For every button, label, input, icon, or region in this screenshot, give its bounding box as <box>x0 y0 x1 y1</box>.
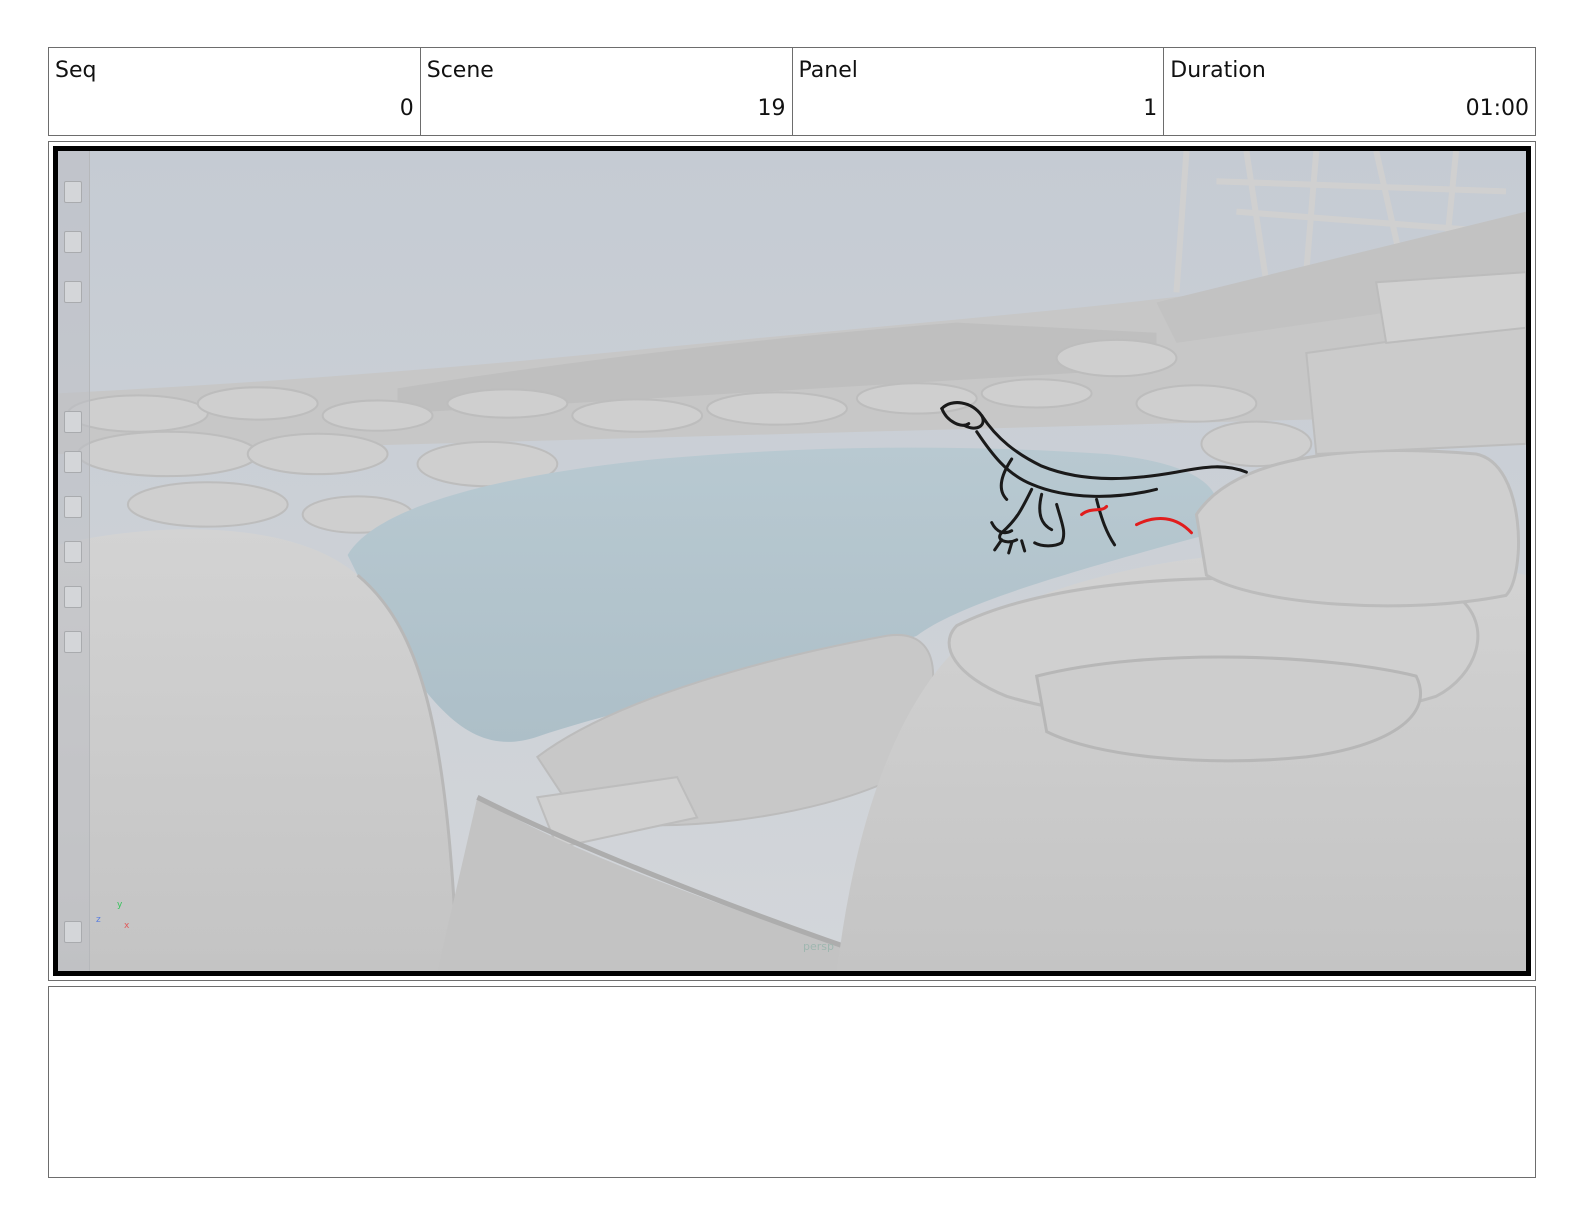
layout-stack-icon[interactable] <box>64 541 82 563</box>
scene-label: Scene <box>426 58 494 83</box>
layout-outliner-icon[interactable] <box>64 586 82 608</box>
rotate-tool-icon[interactable] <box>64 281 82 303</box>
panel-label: Panel <box>798 58 858 83</box>
seq-value: 0 <box>399 96 414 121</box>
scene-viewport: y z x persp <box>53 146 1531 976</box>
panel-notes[interactable] <box>48 986 1536 1178</box>
duration-cell: Duration 01:00 <box>1164 48 1535 135</box>
layout-graph-icon[interactable] <box>64 631 82 653</box>
camera-tool-icon[interactable] <box>64 921 82 943</box>
panel-value: 1 <box>1143 96 1158 121</box>
viewport-toolbar <box>58 151 90 971</box>
layout-single-icon[interactable] <box>64 411 82 433</box>
move-tool-icon[interactable] <box>64 231 82 253</box>
layout-split-icon[interactable] <box>64 496 82 518</box>
scene-value: 19 <box>757 96 786 121</box>
camera-name-label: persp <box>803 940 834 953</box>
scene-render <box>58 151 1526 971</box>
right-rock-tier-2 <box>1034 655 1423 763</box>
axis-z-label: z <box>96 915 101 925</box>
seq-cell: Seq 0 <box>49 48 421 135</box>
storyboard-frame: y z x persp <box>48 141 1536 981</box>
duration-label: Duration <box>1170 58 1266 83</box>
scene-cell: Scene 19 <box>421 48 793 135</box>
layout-grid-icon[interactable] <box>64 451 82 473</box>
panel-header: Seq 0 Scene 19 Panel 1 Duration 01:00 <box>48 47 1536 136</box>
seq-label: Seq <box>55 58 97 83</box>
duration-value: 01:00 <box>1465 96 1529 121</box>
axis-x-label: x <box>124 921 130 931</box>
select-tool-icon[interactable] <box>64 181 82 203</box>
panel-cell: Panel 1 <box>793 48 1165 135</box>
axis-y-label: y <box>117 900 123 910</box>
